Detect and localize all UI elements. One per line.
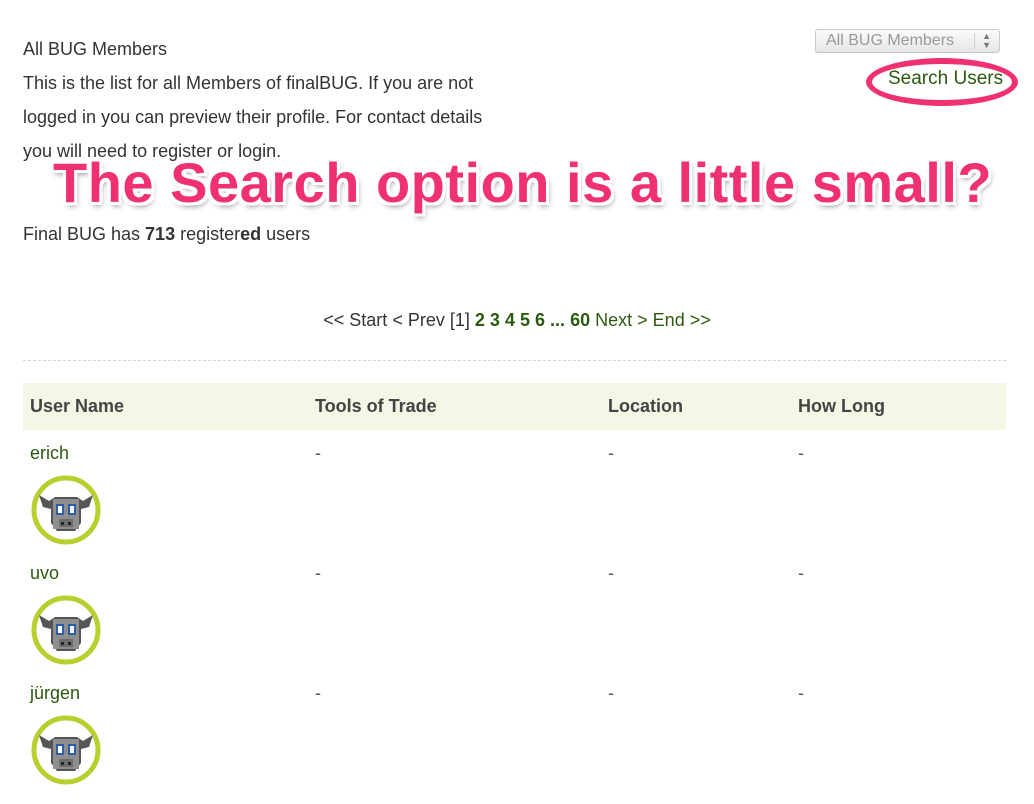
page-title: All BUG Members	[23, 39, 168, 59]
select-divider	[974, 33, 975, 49]
pagination-prev: < Prev	[392, 310, 445, 330]
pagination-end[interactable]: End >>	[653, 310, 711, 330]
how-long-cell: -	[798, 563, 804, 583]
bull-avatar-icon[interactable]	[31, 475, 101, 545]
pagination-start: << Start	[323, 310, 388, 330]
filter-selected-value: All BUG Members	[826, 32, 955, 49]
column-header-location[interactable]: Location	[608, 396, 683, 417]
member-filter-select[interactable]: All BUG Members ▲ ▼	[815, 29, 1000, 53]
count-middle: register	[175, 224, 241, 244]
pagination-page[interactable]: 5	[520, 310, 530, 330]
count-prefix: Final BUG has	[23, 224, 146, 244]
intro-line: This is the list for all Members of fina…	[23, 73, 474, 93]
how-long-cell: -	[798, 683, 804, 703]
intro-line: logged in you can preview their profile.…	[23, 107, 483, 127]
column-header-how-long[interactable]: How Long	[798, 396, 885, 417]
tools-cell: -	[315, 683, 321, 703]
pagination-ellipsis: ...	[550, 310, 566, 330]
annotation-text: The Search option is a little small?	[53, 151, 993, 214]
user-count: Final BUG has 713 registered users	[23, 220, 310, 248]
updown-arrows-icon: ▲ ▼	[982, 31, 991, 50]
tools-cell: -	[315, 563, 321, 583]
pagination: << Start < Prev [1] 2 3 4 5 6 ... 60 Nex…	[0, 308, 1034, 332]
pagination-page[interactable]: 4	[505, 310, 515, 330]
pagination-page-last[interactable]: 60	[570, 310, 590, 330]
location-cell: -	[608, 683, 614, 703]
pagination-page[interactable]: 2	[475, 310, 485, 330]
location-cell: -	[608, 443, 614, 463]
pagination-current: [1]	[449, 310, 470, 330]
column-header-tools[interactable]: Tools of Trade	[315, 396, 437, 417]
count-bold-suffix: ed	[240, 224, 262, 244]
user-name-link[interactable]: uvo	[30, 563, 59, 584]
annotation-circle	[866, 58, 1018, 106]
count-suffix: users	[261, 224, 311, 244]
user-name-link[interactable]: erich	[30, 443, 69, 464]
column-header-username[interactable]: User Name	[30, 396, 124, 417]
divider	[23, 360, 1006, 361]
pagination-page[interactable]: 6	[535, 310, 545, 330]
table-row: jürgen - - -	[23, 683, 1006, 803]
count-number: 713	[145, 224, 176, 244]
user-name-link[interactable]: jürgen	[30, 683, 80, 704]
table-row: uvo - - -	[23, 563, 1006, 683]
table-row: erich - - -	[23, 443, 1006, 563]
pagination-next[interactable]: Next >	[595, 310, 648, 330]
intro-text: All BUG Members This is the list for all…	[23, 32, 543, 168]
bull-avatar-icon[interactable]	[31, 715, 101, 785]
members-table-header: User Name Tools of Trade Location How Lo…	[23, 383, 1006, 430]
location-cell: -	[608, 563, 614, 583]
bull-avatar-icon[interactable]	[31, 595, 101, 665]
tools-cell: -	[315, 443, 321, 463]
pagination-page[interactable]: 3	[490, 310, 500, 330]
how-long-cell: -	[798, 443, 804, 463]
